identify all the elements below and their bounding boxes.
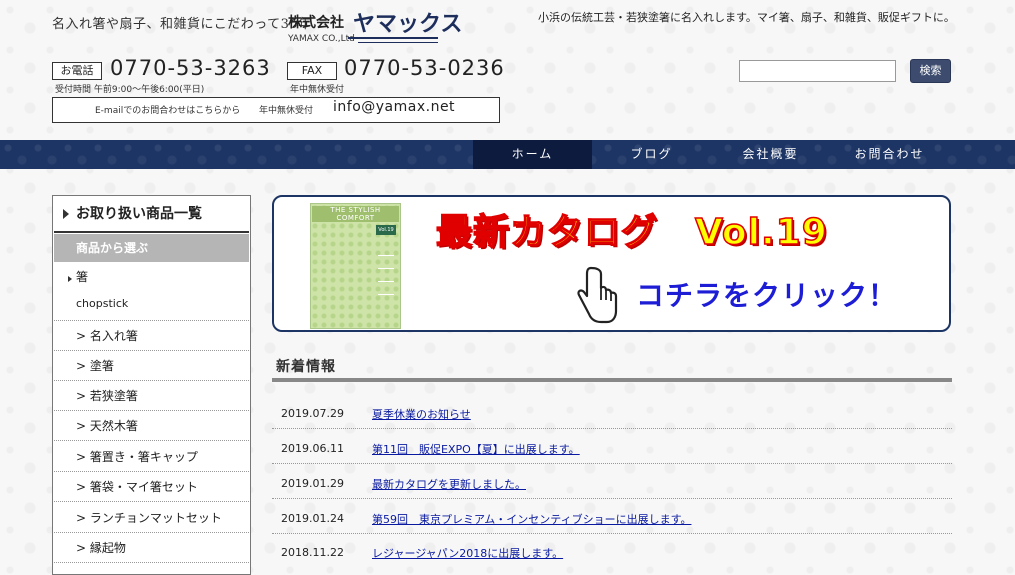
news-heading: 新着情報 [276, 359, 336, 375]
news-link[interactable]: 第11回 販促EXPO【夏】に出展します。 [372, 441, 580, 457]
sidebar-category-en: chopstick [54, 290, 249, 321]
news-divider [272, 463, 952, 464]
company-logo[interactable]: ヤマックス [353, 6, 462, 38]
tel-hours: 受付時間 午前9:00〜午後6:00(平日) [55, 85, 205, 95]
news-date: 2019.06.11 [281, 442, 344, 455]
email-hours: 年中無休受付 [259, 106, 314, 116]
catalog-cover-line [378, 281, 394, 282]
news-link[interactable]: 最新カタログを更新しました。 [372, 476, 526, 492]
sidebar-item-luncheon-mats[interactable]: > ランチョンマットセット [54, 503, 249, 533]
nav-company[interactable]: 会社概要 [711, 140, 830, 169]
catalog-cover-line [378, 294, 394, 295]
news-heading-rule [272, 378, 952, 382]
catalog-cover-line [378, 255, 394, 256]
pointing-hand-icon [577, 266, 618, 324]
fax-number: 0770-53-0236 [344, 56, 505, 80]
news-divider [272, 498, 952, 499]
tel-label: お電話 [52, 62, 102, 80]
sidebar-item-name-chopsticks[interactable]: > 名入れ箸 [54, 321, 249, 351]
sidebar-heading: お取り扱い商品一覧 [54, 197, 249, 233]
search-input[interactable] [739, 60, 896, 82]
banner-headline: 最新カタログ Vol.19 [435, 211, 828, 254]
sidebar-item-wood-chopsticks[interactable]: > 天然木箸 [54, 411, 249, 441]
site-tagline: 小浜の伝統工芸・若狭塗箸に名入れします。マイ箸、扇子、和雑貨、販促ギフトに。 [538, 11, 955, 24]
sidebar-item-lacquer-chopsticks[interactable]: > 塗箸 [54, 351, 249, 381]
sidebar-item-rests-caps[interactable]: > 箸置き・箸キャップ [54, 442, 249, 472]
fax-label: FAX [287, 62, 337, 80]
nav-home[interactable]: ホーム [473, 140, 592, 169]
news-date: 2018.11.22 [281, 546, 344, 559]
catalog-cover-vol: Vol.19 [376, 225, 396, 235]
news-date: 2019.01.24 [281, 512, 344, 525]
tel-number[interactable]: 0770-53-3263 [110, 56, 271, 80]
heading-arrow-icon [63, 209, 69, 219]
sidebar-item-bags-sets[interactable]: > 箸袋・マイ箸セット [54, 472, 249, 502]
news-link[interactable]: レジャージャパン2018に出展します。 [372, 545, 563, 561]
sidebar-item-lucky-charms[interactable]: > 縁起物 [54, 533, 249, 563]
catalog-cover-title: THE STYLISH COMFORT [312, 206, 399, 222]
nav-blog[interactable]: ブログ [592, 140, 711, 169]
news-divider [272, 533, 952, 534]
news-date: 2019.01.29 [281, 477, 344, 490]
search-button[interactable]: 検索 [910, 59, 951, 83]
sidebar-category-chopsticks[interactable]: 箸 [54, 262, 249, 292]
fax-hours: 年中無休受付 [290, 85, 345, 95]
news-divider [272, 428, 952, 429]
sidebar-subheading: 商品から選ぶ [54, 234, 249, 262]
category-arrow-icon [68, 276, 72, 282]
news-link[interactable]: 第59回 東京プレミアム・インセンティブショーに出展します。 [372, 511, 691, 527]
news-date: 2019.07.29 [281, 407, 344, 420]
company-english-name: YAMAX CO.,Ltd [288, 34, 355, 44]
logo-underline-2 [358, 42, 438, 43]
email-address-link[interactable]: info@yamax.net [333, 99, 455, 115]
nav-contact[interactable]: お問合わせ [830, 140, 949, 169]
company-prefix: 株式会社 [288, 15, 344, 31]
banner-subline: コチラをクリック！ [636, 279, 898, 312]
logo-tagline: 名入れ箸や扇子、和雑貨にこだわって35年 [52, 17, 312, 32]
email-note: E-mailでのお問合わせはこちらから [95, 106, 241, 116]
logo-underline [348, 37, 438, 39]
news-link[interactable]: 夏季休業のお知らせ [372, 406, 471, 422]
sidebar-item-wakasa-chopsticks[interactable]: > 若狭塗箸 [54, 381, 249, 411]
catalog-cover-line [378, 268, 394, 269]
